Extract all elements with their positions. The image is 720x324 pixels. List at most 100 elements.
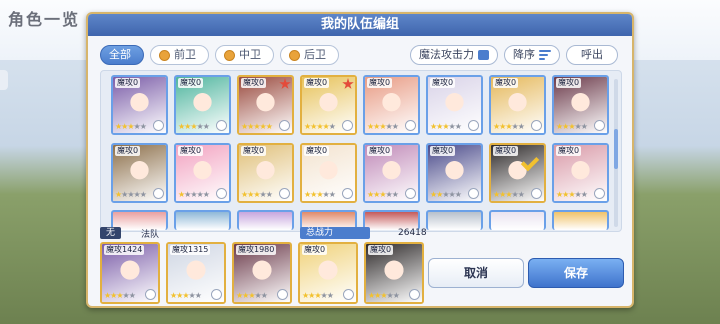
magic-attack-label: 魔攻0: [493, 146, 519, 156]
magic-attack-label: 魔攻0: [367, 146, 393, 156]
list-scrollbar[interactable]: [614, 79, 618, 227]
position-icon: [159, 49, 170, 61]
magic-attack-label: 魔攻0: [115, 78, 141, 88]
star-rating: ★★★★★: [115, 190, 147, 199]
character-card[interactable]: 魔攻0 ★★★★★: [174, 75, 231, 135]
rank-icon: [342, 188, 353, 199]
star-rating: ★★★★★: [178, 190, 210, 199]
star-rating: ★★★★★: [104, 291, 136, 300]
sort-attribute-button[interactable]: 魔法攻击力: [410, 45, 498, 65]
star-rating: ★★★★★: [430, 122, 462, 131]
team-edit-dialog: 我的队伍编组 全部 前卫 中卫 后卫 魔法攻击力 降序 呼出 魔攻0 ★★★★★ 魔…: [86, 12, 634, 308]
character-card[interactable]: 魔攻0 ★★★★★: [489, 143, 546, 203]
cancel-button[interactable]: 取消: [428, 258, 524, 288]
character-card[interactable]: [489, 210, 546, 230]
tab-middle[interactable]: 中卫: [215, 45, 274, 65]
star-rating: ★★★★★: [368, 291, 400, 300]
star-rating: ★★★★★: [241, 122, 273, 131]
team-name[interactable]: 法队: [141, 227, 159, 240]
character-card[interactable]: 魔攻0 ★★★★★: [363, 143, 420, 203]
total-power-label: 总战力: [300, 227, 370, 239]
sort-order-button[interactable]: 降序: [504, 45, 560, 65]
background-title: 角色一览: [8, 10, 81, 29]
magic-attack-label: 魔攻0: [556, 78, 582, 88]
rank-icon: [468, 120, 479, 131]
position-icon: [224, 49, 235, 61]
star-rating: ★★★★★: [493, 190, 525, 199]
position-filter-tabs: 全部 前卫 中卫 后卫: [100, 45, 339, 65]
dialog-title: 我的队伍编组: [88, 14, 632, 36]
team-member-card[interactable]: 魔攻0 ★★★★★: [298, 242, 358, 304]
magic-attack-label: 魔攻0: [178, 146, 204, 156]
star-rating: ★★★★★: [241, 190, 273, 199]
summon-button[interactable]: 呼出: [566, 45, 618, 65]
character-list: 魔攻0 ★★★★★ 魔攻0 ★★★★★ 魔攻0 ★★★★★ 魔攻0 ★★★★★ 魔攻0 ★★★★★…: [100, 70, 622, 232]
team-member-card[interactable]: 魔攻0 ★★★★★: [364, 242, 424, 304]
magic-attack-label: 魔攻0: [430, 78, 456, 88]
star-rating: ★★★★★: [304, 122, 336, 131]
rank-icon: [409, 289, 420, 300]
character-card[interactable]: 魔攻0 ★★★★★: [237, 143, 294, 203]
magic-attack-label: 魔攻0: [178, 78, 204, 88]
sort-attribute-icon: [478, 50, 489, 60]
star-rating: ★★★★★: [493, 122, 525, 131]
scroll-thumb[interactable]: [614, 129, 618, 169]
rank-icon: [405, 120, 416, 131]
rank-icon: [531, 120, 542, 131]
character-card[interactable]: 魔攻0 ★★★★★: [237, 75, 294, 135]
character-card[interactable]: 魔攻0 ★★★★★: [426, 143, 483, 203]
rank-icon: [468, 188, 479, 199]
rank-icon: [145, 289, 156, 300]
tab-all[interactable]: 全部: [100, 45, 144, 65]
rank-icon: [531, 188, 542, 199]
character-card[interactable]: 魔攻0 ★★★★★: [426, 75, 483, 135]
character-grid: 魔攻0 ★★★★★ 魔攻0 ★★★★★ 魔攻0 ★★★★★ 魔攻0 ★★★★★ 魔攻0 ★★★★★…: [111, 75, 609, 203]
rank-icon: [277, 289, 288, 300]
tab-front[interactable]: 前卫: [150, 45, 209, 65]
magic-attack-label: 魔攻0: [430, 146, 456, 156]
character-card[interactable]: [426, 210, 483, 230]
team-tag: 无: [100, 227, 122, 239]
character-card[interactable]: 魔攻0 ★★★★★: [552, 143, 609, 203]
character-card[interactable]: 魔攻0 ★★★★★: [552, 75, 609, 135]
tab-back[interactable]: 后卫: [280, 45, 339, 65]
rank-icon: [342, 120, 353, 131]
magic-attack-label: 魔攻0: [302, 245, 328, 255]
magic-attack-label: 魔攻0: [241, 78, 267, 88]
character-card[interactable]: 魔攻0 ★★★★★: [300, 143, 357, 203]
rank-icon: [211, 289, 222, 300]
rank-icon: [216, 120, 227, 131]
rank-icon: [216, 188, 227, 199]
star-rating: ★★★★★: [430, 190, 462, 199]
character-card[interactable]: 魔攻0 ★★★★★: [111, 143, 168, 203]
team-member-card[interactable]: 魔攻1980 ★★★★★: [232, 242, 292, 304]
rank-icon: [343, 289, 354, 300]
magic-attack-label: 魔攻1424: [104, 245, 145, 255]
character-card[interactable]: 魔攻0 ★★★★★: [489, 75, 546, 135]
star-rating: ★★★★★: [115, 122, 147, 131]
magic-attack-label: 魔攻0: [304, 146, 330, 156]
side-handle[interactable]: [0, 70, 8, 90]
sort-order-icon: [539, 50, 551, 60]
total-power-value: 26418: [398, 228, 427, 238]
star-rating: ★★★★★: [556, 190, 588, 199]
sort-controls: 魔法攻击力 降序 呼出: [410, 45, 618, 65]
rank-icon: [405, 188, 416, 199]
character-card[interactable]: [552, 210, 609, 230]
magic-attack-label: 魔攻0: [115, 146, 141, 156]
rank-icon: [153, 120, 164, 131]
star-rating: ★★★★★: [236, 291, 268, 300]
team-member-card[interactable]: 魔攻1424 ★★★★★: [100, 242, 160, 304]
character-card[interactable]: 魔攻0 ★★★★★: [174, 143, 231, 203]
team-member-card[interactable]: 魔攻1315 ★★★★★: [166, 242, 226, 304]
star-rating: ★★★★★: [178, 122, 210, 131]
character-card[interactable]: 魔攻0 ★★★★★: [363, 75, 420, 135]
star-rating: ★★★★★: [367, 122, 399, 131]
character-card[interactable]: 魔攻0 ★★★★★: [111, 75, 168, 135]
magic-attack-label: 魔攻1980: [236, 245, 277, 255]
team-slots: 魔攻1424 ★★★★★ 魔攻1315 ★★★★★ 魔攻1980 ★★★★★ 魔攻0 ★★★★…: [100, 242, 424, 304]
magic-attack-label: 魔攻0: [304, 78, 330, 88]
character-card[interactable]: 魔攻0 ★★★★★: [300, 75, 357, 135]
save-button[interactable]: 保存: [528, 258, 624, 288]
magic-attack-label: 魔攻0: [493, 78, 519, 88]
